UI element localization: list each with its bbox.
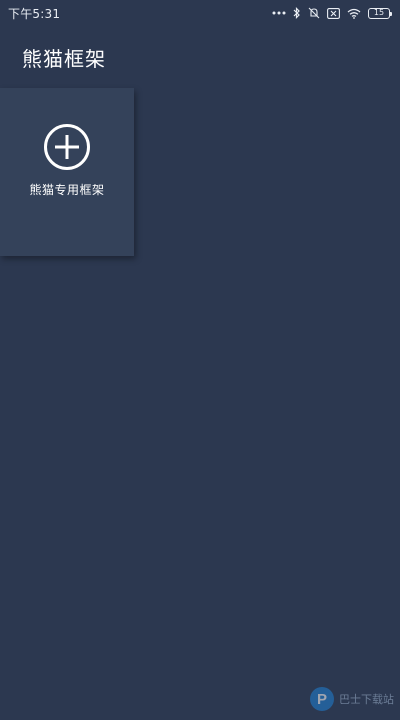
page-title: 熊猫框架: [22, 47, 106, 71]
mute-icon: [308, 7, 320, 19]
status-icons: 15: [272, 7, 392, 19]
app-screen: 下午5:31 15 熊猫框架 熊猫专用框架 P 巴士下载站: [0, 0, 400, 720]
sim-card-icon: [327, 7, 340, 19]
card-label: 熊猫专用框架: [29, 183, 105, 197]
svg-text:P: P: [317, 691, 327, 708]
add-circle-icon: [44, 124, 90, 170]
status-time: 下午5:31: [8, 6, 61, 21]
bluetooth-icon: [293, 7, 301, 19]
battery-icon: 15: [368, 7, 392, 19]
status-bar: 下午5:31 15: [0, 0, 400, 26]
battery-level: 15: [373, 8, 385, 17]
p-logo-icon: P: [310, 687, 334, 711]
watermark-text: 巴士下载站: [339, 693, 394, 706]
wifi-icon: [347, 8, 361, 19]
dots-icon: [272, 11, 286, 15]
frame-card-panda[interactable]: 熊猫专用框架: [0, 88, 134, 256]
watermark: P 巴士下载站: [309, 686, 394, 712]
